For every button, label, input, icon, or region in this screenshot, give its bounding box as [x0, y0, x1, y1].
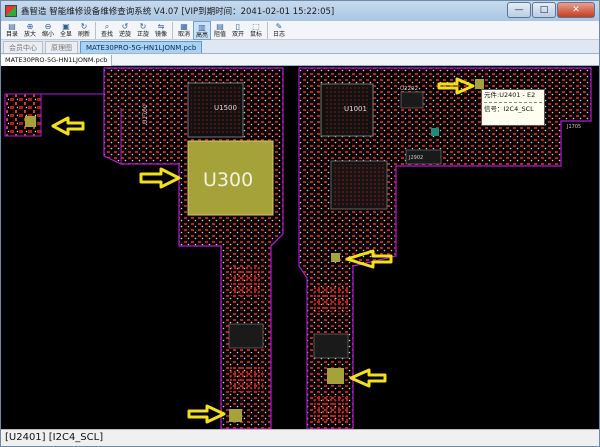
maximize-button[interactable]: □ — [532, 2, 556, 18]
toolbar-rotate-ccw-label: 逆旋 — [118, 31, 131, 38]
highlight-pad-left — [25, 116, 36, 127]
toolbar-catalog-button[interactable]: ▤ 目录 — [3, 21, 21, 40]
label-j1705: J1705 — [566, 124, 581, 130]
chip-u1002-balls — [334, 164, 384, 206]
label-u300: U300 — [203, 169, 253, 191]
toolbar-highlight-label: 高亮 — [195, 32, 208, 39]
toolbar-resistance-button[interactable]: ▤ 阻值 — [211, 21, 229, 40]
mirror-icon: ⇋ — [157, 22, 165, 31]
cancel-icon: ▦ — [180, 22, 188, 31]
tooltip-component: 元件:U2401 - E2 — [484, 91, 536, 99]
toolbar-dual-screen-button[interactable]: ▯ 双开 — [229, 21, 247, 40]
teal-pad — [431, 128, 439, 136]
title-bar: 鑫智造 智能维修设备维修查询系统 V4.07 [VIP到期时间：2041-02-… — [1, 1, 599, 21]
mouse-icon: ⬚ — [252, 22, 260, 31]
app-logo-icon — [5, 5, 17, 17]
toolbar-refresh-button[interactable]: ↻ 刷新 — [75, 21, 93, 40]
tooltip-signal: 信号：I2C4_SCL — [484, 105, 534, 113]
folder-icon: ▤ — [8, 22, 16, 31]
rotate-cw-icon: ↻ — [139, 22, 147, 31]
arrow-lower-right-pad — [349, 368, 387, 388]
status-bar: [U2401] [I2C4_SCL] — [1, 429, 599, 446]
tab-pcb-file[interactable]: MATE30PRO-5G-HN1LJONM.pcb — [80, 41, 203, 53]
toolbar-search-label: 查找 — [100, 31, 113, 38]
toolbar-mouse-label: 鼠标 — [249, 31, 262, 38]
toolbar-refresh-label: 刷新 — [77, 31, 90, 38]
document-tab[interactable]: MATE30PRO-5G-HN1LJONM.pcb — [1, 55, 113, 66]
search-icon: ⌕ — [104, 22, 110, 31]
label-u1500: U1500 — [214, 104, 237, 112]
toolbar-fit-all-label: 全显 — [59, 31, 72, 38]
toolbar-rotate-cw-button[interactable]: ↻ 正旋 — [134, 21, 152, 40]
minimize-button[interactable]: — — [507, 2, 531, 18]
component-cluster-4 — [314, 286, 348, 312]
highlight-u2401[interactable] — [475, 79, 484, 89]
tab-member-center[interactable]: 会员中心 — [3, 41, 43, 53]
toolbar-rotate-cw-label: 正旋 — [136, 31, 149, 38]
label-u2202: U2202 — [400, 86, 418, 92]
fit-icon: ▣ — [62, 22, 70, 31]
toolbar-separator — [267, 22, 268, 39]
component-cluster-5 — [313, 333, 349, 359]
refresh-icon: ↻ — [80, 22, 88, 31]
component-cluster-2 — [228, 323, 264, 349]
document-tab-strip: MATE30PRO-5G-HN1LJONM.pcb — [1, 55, 599, 66]
toolbar-catalog-label: 目录 — [5, 31, 18, 38]
zoom-in-icon: ⊕ — [26, 22, 34, 31]
toolbar-search-button[interactable]: ⌕ 查找 — [98, 21, 116, 40]
window-controls: — □ ✕ — [506, 2, 595, 18]
toolbar-cancel-button[interactable]: ▦ 取消 — [175, 21, 193, 40]
toolbar-highlight-button[interactable]: ▥ 高亮 — [193, 21, 211, 40]
label-u1700: U1700 — [142, 104, 149, 124]
toolbar-zoom-in-label: 放大 — [23, 31, 36, 38]
highlight-pad-bottom-left — [229, 409, 242, 422]
arrow-u300 — [139, 167, 181, 189]
toolbar: ▤ 目录 ⊕ 放大 ⊖ 缩小 ▣ 全显 ↻ 刷新 ⌕ 查找 ↺ 逆旋 ↻ 正旋 ⇋ 镜像 ▦ 取消 ▥ 高亮 ▤ 阻值 ▯ 双开 ⬚… — [1, 21, 599, 40]
component-u2202 — [400, 91, 424, 109]
toolbar-cancel-label: 取消 — [177, 31, 190, 38]
log-icon: ✎ — [275, 22, 283, 31]
board-fragment-left — [4, 93, 42, 137]
tab-schematic[interactable]: 原理图 — [45, 41, 78, 53]
resistance-icon: ▤ — [216, 22, 224, 31]
toolbar-resistance-label: 阻值 — [213, 31, 226, 38]
rotate-ccw-icon: ↺ — [121, 22, 129, 31]
label-u1001: U1001 — [344, 105, 367, 113]
toolbar-fit-all-button[interactable]: ▣ 全显 — [57, 21, 75, 40]
pcb-canvas[interactable]: U1500 U1700 U300 U1001 U2202 J2902 J1705… — [1, 66, 599, 429]
toolbar-mirror-button[interactable]: ⇋ 镜像 — [152, 21, 170, 40]
app-window: 鑫智造 智能维修设备维修查询系统 V4.07 [VIP到期时间：2041-02-… — [0, 0, 600, 447]
component-tooltip: 元件:U2401 - E2 信号：I2C4_SCL — [481, 89, 545, 126]
toolbar-separator — [172, 22, 173, 39]
arrow-left-pad — [51, 116, 85, 136]
toolbar-zoom-in-button[interactable]: ⊕ 放大 — [21, 21, 39, 40]
toolbar-log-label: 日志 — [272, 31, 285, 38]
highlight-pad-lower-right — [327, 368, 344, 384]
toolbar-mirror-label: 镜像 — [154, 31, 167, 38]
toolbar-separator — [95, 22, 96, 39]
toolbar-zoom-out-button[interactable]: ⊖ 缩小 — [39, 21, 57, 40]
toolbar-rotate-ccw-button[interactable]: ↺ 逆旋 — [116, 21, 134, 40]
tab-bar: 会员中心 原理图 MATE30PRO-5G-HN1LJONM.pcb — [1, 40, 599, 54]
component-cluster-3 — [229, 366, 263, 392]
toolbar-log-button[interactable]: ✎ 日志 — [270, 21, 288, 40]
highlight-pad-center — [331, 253, 340, 262]
tooltip-divider — [484, 102, 542, 103]
highlight-icon: ▥ — [198, 23, 206, 32]
label-j2902: J2902 — [408, 155, 423, 161]
toolbar-mouse-button[interactable]: ⬚ 鼠标 — [247, 21, 265, 40]
toolbar-dual-screen-label: 双开 — [231, 31, 244, 38]
component-cluster-1 — [231, 266, 261, 296]
window-title: 鑫智造 智能维修设备维修查询系统 V4.07 [VIP到期时间：2041-02-… — [21, 7, 335, 17]
toolbar-zoom-out-label: 缩小 — [41, 31, 54, 38]
zoom-out-icon: ⊖ — [44, 22, 52, 31]
component-cluster-6 — [314, 396, 348, 422]
close-button[interactable]: ✕ — [557, 2, 595, 18]
dual-screen-icon: ▯ — [235, 22, 241, 31]
arrow-bottom-left-pad — [187, 404, 226, 424]
